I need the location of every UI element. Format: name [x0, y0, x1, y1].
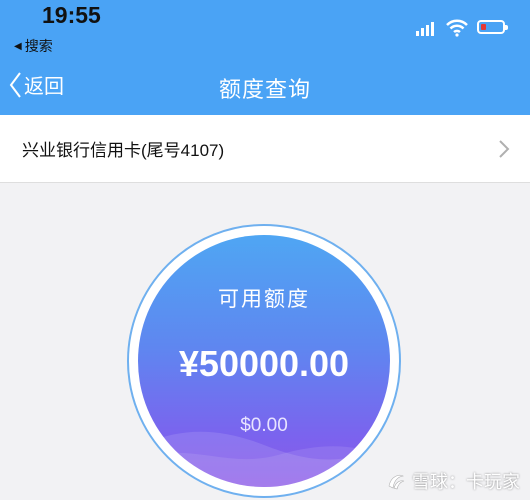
- back-to-app-link[interactable]: ◀ 搜索: [14, 36, 53, 56]
- secondary-credit-amount: $0.00: [240, 415, 288, 436]
- wifi-icon: [446, 19, 468, 37]
- chevron-right-icon: [499, 140, 510, 158]
- available-credit-label: 可用额度: [218, 288, 310, 311]
- battery-level: [481, 24, 486, 30]
- credit-circle: 可用额度 ¥50000.00 $0.00: [138, 235, 390, 487]
- app-header: 19:55 ◀ 搜索 返回 额度查询: [0, 0, 530, 115]
- snowball-logo-icon: [388, 475, 405, 490]
- available-credit-amount: ¥50000.00: [178, 343, 350, 384]
- card-name: 兴业银行信用卡(尾号4107): [22, 141, 225, 160]
- card-selector-row[interactable]: 兴业银行信用卡(尾号4107): [0, 115, 530, 183]
- back-triangle-icon: ◀: [14, 40, 22, 52]
- watermark-text: 雪球：卡玩家: [412, 472, 520, 492]
- battery-icon: [477, 20, 508, 34]
- page-title: 额度查询: [218, 77, 311, 102]
- watermark: 雪球：卡玩家: [385, 468, 520, 494]
- back-app-label: 搜索: [24, 38, 53, 54]
- cellular-signal-icon: [416, 22, 434, 36]
- status-time: 19:55: [42, 2, 101, 28]
- status-bar: 19:55 ◀ 搜索: [0, 0, 530, 60]
